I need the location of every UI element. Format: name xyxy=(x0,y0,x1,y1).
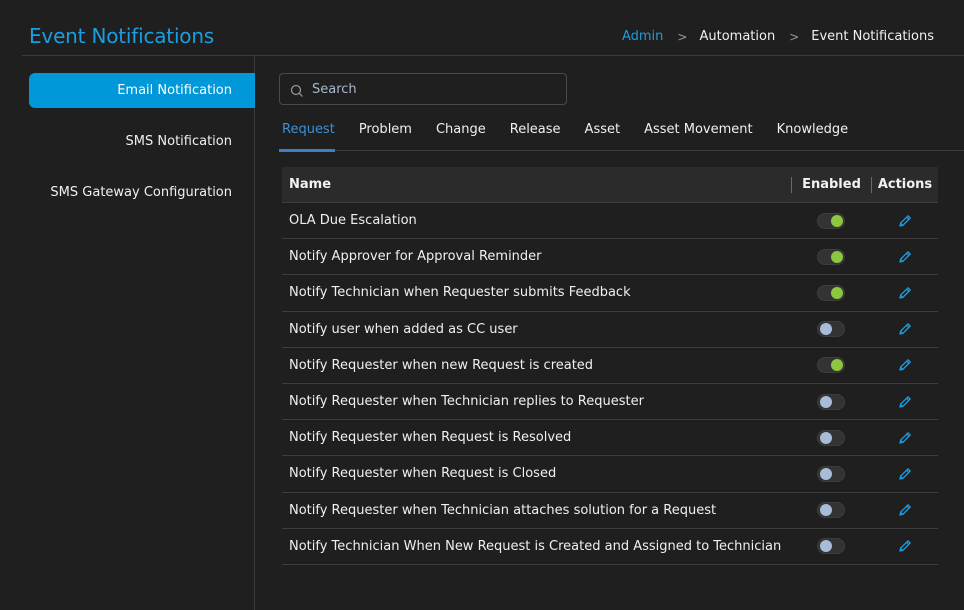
notification-name[interactable]: Notify Technician When New Request is Cr… xyxy=(282,539,791,554)
table-row: Notify Technician when Requester submits… xyxy=(282,275,938,312)
tab-request[interactable]: Request xyxy=(279,116,335,152)
chevron-right-icon: > xyxy=(677,29,688,44)
page-title: Event Notifications xyxy=(29,24,215,48)
toggle-knob xyxy=(831,286,843,299)
toggle-knob xyxy=(820,540,832,553)
pencil-edit-icon[interactable] xyxy=(897,357,913,373)
search-icon xyxy=(290,84,303,97)
enabled-toggle[interactable] xyxy=(817,284,845,301)
notification-name[interactable]: Notify Requester when Technician attache… xyxy=(282,503,791,518)
tab-asset[interactable]: Asset xyxy=(585,116,621,151)
table-row: Notify Technician When New Request is Cr… xyxy=(282,529,938,565)
notification-name[interactable]: Notify Approver for Approval Reminder xyxy=(282,249,791,264)
enabled-toggle[interactable] xyxy=(817,465,845,482)
breadcrumb-automation[interactable]: Automation xyxy=(699,29,775,44)
notification-name[interactable]: Notify Requester when Request is Resolve… xyxy=(282,430,791,445)
notification-name[interactable]: Notify Technician when Requester submits… xyxy=(282,285,791,300)
toggle-knob xyxy=(820,323,832,336)
enabled-toggle[interactable] xyxy=(817,321,845,338)
search-input[interactable] xyxy=(312,81,552,97)
pencil-edit-icon[interactable] xyxy=(897,213,913,229)
toggle-knob xyxy=(820,467,832,480)
column-header-name[interactable]: Name xyxy=(282,177,791,192)
column-header-actions: Actions xyxy=(871,176,938,193)
table-row: Notify user when added as CC user xyxy=(282,312,938,348)
pencil-edit-icon[interactable] xyxy=(897,538,913,554)
pencil-edit-icon[interactable] xyxy=(897,285,913,301)
enabled-toggle[interactable] xyxy=(817,393,845,410)
toggle-knob xyxy=(831,359,843,372)
sidebar: Email Notification SMS Notification SMS … xyxy=(0,56,255,610)
table-row: OLA Due Escalation xyxy=(282,203,938,240)
enabled-toggle[interactable] xyxy=(817,357,845,374)
pencil-edit-icon[interactable] xyxy=(897,502,913,518)
table-row: Notify Requester when Request is Resolve… xyxy=(282,420,938,457)
tab-asset-movement[interactable]: Asset Movement xyxy=(644,116,753,151)
search-box xyxy=(279,73,567,105)
toggle-knob xyxy=(831,214,843,227)
sidebar-item-sms-gateway-configuration[interactable]: SMS Gateway Configuration xyxy=(29,175,255,210)
notifications-table: Name Enabled Actions OLA Due Escalation … xyxy=(282,167,938,565)
pencil-edit-icon[interactable] xyxy=(897,394,913,410)
sidebar-item-email-notification[interactable]: Email Notification xyxy=(29,73,255,108)
pencil-edit-icon[interactable] xyxy=(897,249,913,265)
toggle-knob xyxy=(820,504,832,517)
notification-name[interactable]: Notify Requester when Technician replies… xyxy=(282,394,791,409)
breadcrumb-event-notifications: Event Notifications xyxy=(811,29,934,44)
pencil-edit-icon[interactable] xyxy=(897,321,913,337)
table-row: Notify Requester when Technician attache… xyxy=(282,493,938,529)
page-header: Event Notifications Admin > Automation >… xyxy=(22,0,964,56)
tab-release[interactable]: Release xyxy=(510,116,561,151)
notification-name[interactable]: Notify Requester when new Request is cre… xyxy=(282,358,791,373)
notification-name[interactable]: OLA Due Escalation xyxy=(282,213,791,228)
tab-knowledge[interactable]: Knowledge xyxy=(777,116,848,151)
tab-problem[interactable]: Problem xyxy=(359,116,412,151)
table-body: OLA Due Escalation Notify Approver for A… xyxy=(282,203,938,565)
pencil-edit-icon[interactable] xyxy=(897,430,913,446)
notification-name[interactable]: Notify Requester when Request is Closed xyxy=(282,466,791,481)
enabled-toggle[interactable] xyxy=(817,502,845,519)
table-header: Name Enabled Actions xyxy=(282,167,938,203)
enabled-toggle[interactable] xyxy=(817,538,845,555)
table-row: Notify Approver for Approval Reminder xyxy=(282,239,938,276)
enabled-toggle[interactable] xyxy=(817,248,845,265)
tab-change[interactable]: Change xyxy=(436,116,486,151)
toggle-knob xyxy=(820,431,832,444)
table-row: Notify Requester when Request is Closed xyxy=(282,456,938,493)
breadcrumb: Admin > Automation > Event Notifications xyxy=(622,29,934,44)
breadcrumb-admin[interactable]: Admin xyxy=(622,29,663,44)
table-row: Notify Requester when Technician replies… xyxy=(282,384,938,421)
toggle-knob xyxy=(820,395,832,408)
toggle-knob xyxy=(831,250,843,263)
category-tabs: Request Problem Change Release Asset Ass… xyxy=(279,116,964,152)
table-row: Notify Requester when new Request is cre… xyxy=(282,348,938,384)
chevron-right-icon: > xyxy=(789,29,800,44)
notification-name[interactable]: Notify user when added as CC user xyxy=(282,322,791,337)
pencil-edit-icon[interactable] xyxy=(897,466,913,482)
enabled-toggle[interactable] xyxy=(817,212,845,229)
enabled-toggle[interactable] xyxy=(817,429,845,446)
column-header-enabled[interactable]: Enabled xyxy=(791,176,871,193)
sidebar-item-sms-notification[interactable]: SMS Notification xyxy=(29,124,255,159)
